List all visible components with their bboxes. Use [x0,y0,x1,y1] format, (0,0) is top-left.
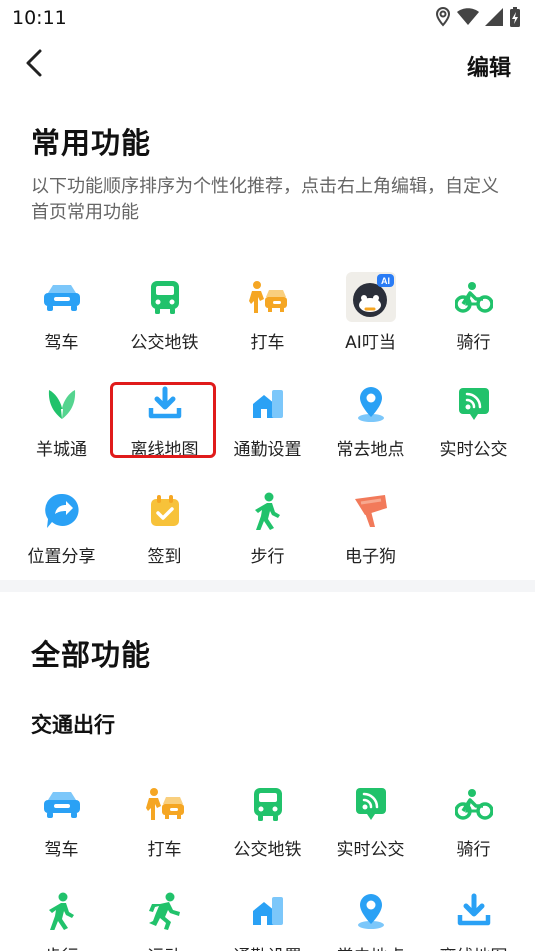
taxi-icon [247,276,289,318]
grid-item-realtime-bus[interactable]: 实时公交 [319,783,422,883]
walk-icon [41,890,83,932]
grid-item-frequent-places[interactable]: 常去地点 [319,383,422,483]
edit-button[interactable]: 编辑 [467,50,511,82]
realtime-bus-icon [453,383,495,425]
grid-item-offline-map[interactable]: 离线地图 [422,890,525,951]
taxi-icon [144,783,186,825]
grid-item-commute[interactable]: 通勤设置 [216,383,319,483]
download-icon [453,890,495,932]
grid-item-label: 实时公交 [439,440,508,460]
wifi-icon [457,8,479,30]
grid-item-yangchengtong[interactable]: 羊城通 [10,383,113,483]
commute-icon [247,890,289,932]
grid-item-commute[interactable]: 通勤设置 [216,890,319,951]
calendar-check-icon [144,490,186,532]
chevron-left-icon [24,48,44,82]
signal-icon [485,8,503,30]
common-section-title: 常用功能 [31,126,152,160]
section-divider [0,580,535,592]
grid-item-label: 骑行 [456,333,491,353]
status-bar: 10:11 [0,0,535,36]
grid-item-label: 步行 [10,942,113,951]
grid-item-label: 电子狗 [345,547,396,567]
location-icon [435,6,451,31]
car-icon [41,783,83,825]
grid-item-taxi[interactable]: 打车 [113,783,216,883]
status-icons [435,6,521,32]
grid-item-label: 通勤设置 [216,942,319,951]
grid-item-drive[interactable]: 驾车 [10,783,113,883]
grid-item-bike[interactable]: 骑行 [422,276,525,376]
grid-item-check-in[interactable]: 签到 [113,490,216,590]
location-pin-icon [350,890,392,932]
bike-icon [453,783,495,825]
grid-item-label: 位置分享 [27,547,96,567]
grid-item-taxi[interactable]: 打车 [216,276,319,376]
bike-icon [453,276,495,318]
highlight-box [110,382,216,458]
grid-item-label: 驾车 [44,333,79,353]
grid-item-label: 运动 [113,942,216,951]
group-title-transport: 交通出行 [31,713,115,737]
realtime-bus-icon [350,783,392,825]
grid-item-share-location[interactable]: 位置分享 [10,490,113,590]
status-time: 10:11 [12,7,67,29]
grid-item-ai-dingdang[interactable]: AI AI叮当 [319,272,422,376]
grid-item-label: 通勤设置 [233,440,302,460]
car-icon [41,276,83,318]
grid-item-label: 骑行 [456,840,491,860]
grid-item-label: 驾车 [44,840,79,860]
grid-item-speed-camera[interactable]: 电子狗 [319,490,422,590]
share-location-icon [41,490,83,532]
bus-icon [144,276,186,318]
grid-item-frequent-places[interactable]: 常去地点 [319,890,422,951]
location-pin-icon [350,383,392,425]
svg-text:AI: AI [381,276,390,286]
grid-item-label: 离线地图 [422,942,525,951]
yangchengtong-icon [41,383,83,425]
grid-item-sport[interactable]: 运动 [113,890,216,951]
back-button[interactable] [18,48,50,82]
speed-camera-icon [350,490,392,532]
grid-item-label: 公交地铁 [233,840,302,860]
battery-charging-icon [509,6,521,32]
common-subtitle: 以下功能顺序排序为个性化推荐，点击右上角编辑，自定义首页常用功能 [31,176,499,223]
grid-item-bike[interactable]: 骑行 [422,783,525,883]
grid-item-walk[interactable]: 步行 [10,890,113,951]
grid-item-bus[interactable]: 公交地铁 [216,783,319,883]
bus-icon [247,783,289,825]
grid-item-bus[interactable]: 公交地铁 [113,276,216,376]
ai-mascot-icon: AI [346,272,396,322]
run-icon [144,890,186,932]
grid-item-label: 打车 [147,840,182,860]
commute-icon [247,383,289,425]
grid-item-label: 常去地点 [319,942,422,951]
grid-item-walk[interactable]: 步行 [216,490,319,590]
grid-item-label: 常去地点 [336,440,405,460]
nav-bar: 编辑 [0,38,535,92]
grid-item-label: 打车 [250,333,285,353]
grid-item-label: 羊城通 [36,440,87,460]
grid-item-drive[interactable]: 驾车 [10,276,113,376]
walk-icon [247,490,289,532]
grid-item-label: AI叮当 [345,333,396,353]
grid-item-label: 步行 [250,547,285,567]
grid-item-label: 签到 [147,547,182,567]
grid-item-label: 公交地铁 [130,333,199,353]
grid-item-realtime-bus[interactable]: 实时公交 [422,383,525,483]
all-section-title: 全部功能 [31,638,152,672]
grid-item-label: 实时公交 [336,840,405,860]
